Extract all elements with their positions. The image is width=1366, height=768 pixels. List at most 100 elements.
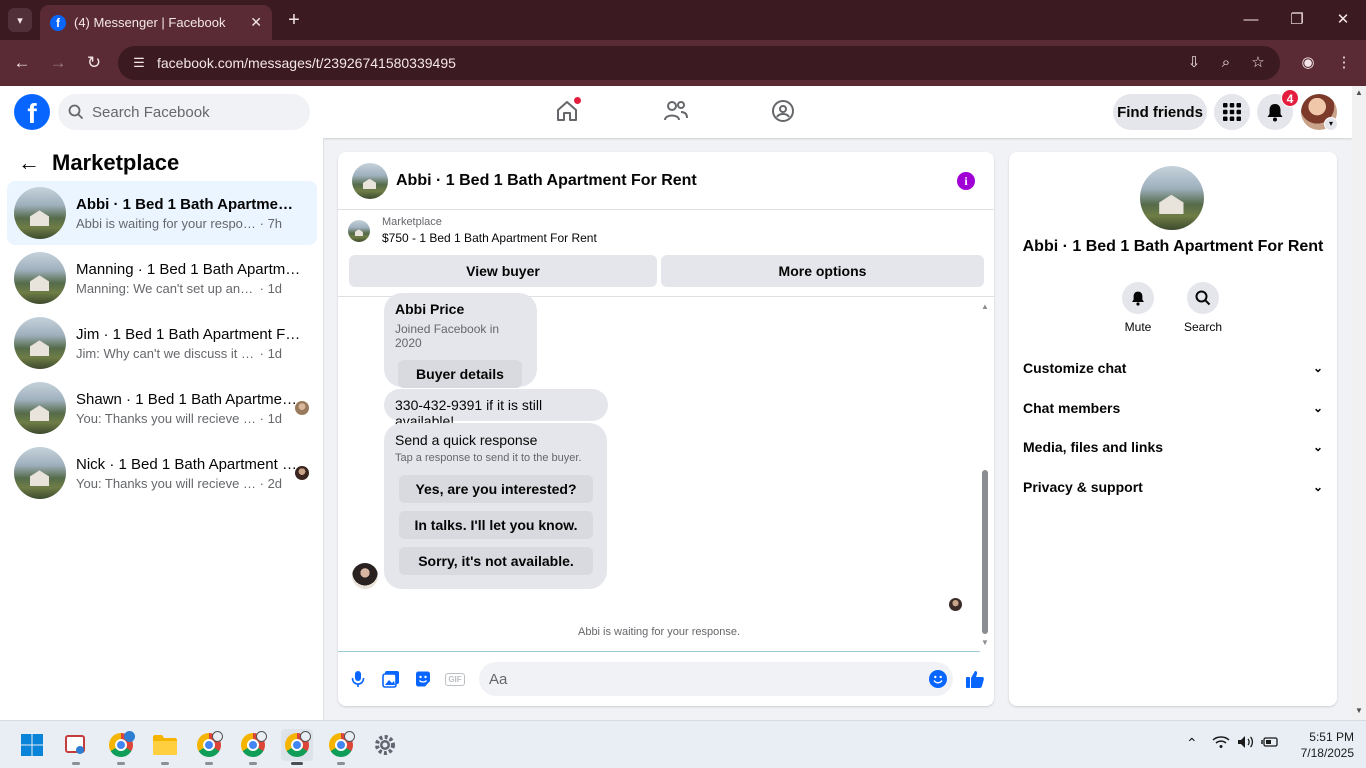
taskbar-chrome-3[interactable] [237, 729, 269, 765]
conversation-item-nick[interactable]: Nick · 1 Bed 1 Bath Apartment For Rent Y… [7, 441, 317, 505]
groups-icon [772, 100, 794, 122]
view-buyer-button[interactable]: View buyer [349, 255, 657, 287]
battery-icon[interactable] [1261, 735, 1279, 752]
search-input[interactable] [92, 103, 292, 121]
chrome-menu-icon[interactable]: ⋮ [1332, 51, 1356, 75]
wifi-icon[interactable] [1212, 735, 1230, 752]
find-friends-button[interactable]: Find friends [1113, 94, 1207, 130]
friends-nav-button[interactable] [661, 96, 691, 126]
taskbar-chrome-1[interactable] [105, 729, 137, 765]
conversation-time: · 2d [259, 475, 283, 491]
taskbar-chrome-2[interactable] [193, 729, 225, 765]
conversation-item-jim[interactable]: Jim · 1 Bed 1 Bath Apartment For Rent Ji… [7, 311, 317, 375]
listing-label: Marketplace [382, 216, 442, 228]
browser-tab-bar: ▾ f (4) Messenger | Facebook ✕ + — ❐ ✕ [0, 0, 1366, 40]
conversation-title: Manning · 1 Bed 1 Bath Apartment For Ren… [76, 260, 302, 278]
profile-icon[interactable]: ◉ [1296, 51, 1320, 75]
facebook-search[interactable] [58, 94, 310, 130]
taskbar-chrome-4[interactable] [281, 729, 313, 765]
sticker-button[interactable] [413, 669, 433, 689]
facebook-logo-icon[interactable]: f [14, 94, 50, 130]
address-bar[interactable]: ☰ facebook.com/messages/t/23926741580339… [118, 46, 1280, 80]
chat-title[interactable]: Abbi · 1 Bed 1 Bath Apartment For Rent [396, 172, 697, 190]
back-arrow-icon[interactable]: ← [18, 150, 40, 176]
emoji-icon[interactable] [929, 670, 947, 688]
bookmark-star-icon[interactable]: ☆ [1246, 51, 1270, 75]
minimize-button[interactable]: — [1236, 8, 1266, 32]
conversation-item-shawn[interactable]: Shawn · 1 Bed 1 Bath Apartment For Rent … [7, 376, 317, 440]
scroll-thumb[interactable] [982, 470, 988, 634]
info-icon[interactable]: i [957, 172, 975, 190]
windows-taskbar: ⌃ 5:51 PM 7/18/2025 [0, 720, 1366, 768]
conversation-item-manning[interactable]: Manning · 1 Bed 1 Bath Apartment For Ren… [7, 246, 317, 310]
taskbar-settings[interactable] [369, 729, 401, 761]
close-window-button[interactable]: ✕ [1328, 8, 1358, 32]
mute-action[interactable]: Mute [1113, 282, 1163, 334]
conversation-title: Nick · 1 Bed 1 Bath Apartment For Rent [76, 455, 302, 473]
taskbar-chrome-5[interactable] [325, 729, 357, 765]
scroll-up-arrow-icon[interactable]: ▲ [1352, 88, 1366, 97]
menu-button[interactable] [1214, 94, 1250, 130]
home-nav-button[interactable] [552, 96, 582, 126]
taskbar-file-explorer[interactable] [149, 729, 181, 765]
volume-icon[interactable] [1237, 735, 1255, 752]
search-icon [68, 104, 84, 120]
chat-listing-avatar[interactable] [352, 162, 388, 199]
conversation-time: · 1d [259, 345, 283, 361]
section-label: Media, files and links [1023, 439, 1164, 455]
notification-count-badge: 4 [1281, 89, 1299, 107]
quick-reply-not-available[interactable]: Sorry, it's not available. [399, 547, 593, 575]
composer-divider [338, 651, 980, 652]
site-settings-icon[interactable]: ☰ [130, 54, 148, 72]
scroll-down-arrow-icon[interactable]: ▼ [980, 638, 990, 647]
url-text: facebook.com/messages/t/2392674158033949… [157, 55, 456, 71]
chevron-up-icon[interactable]: ⌃ [1186, 735, 1198, 752]
message-composer[interactable] [479, 662, 953, 696]
bell-icon [1132, 291, 1144, 306]
search-in-conversation-action[interactable]: Search [1178, 282, 1228, 334]
zoom-icon[interactable]: ⌕ [1214, 51, 1238, 75]
more-options-button[interactable]: More options [661, 255, 984, 287]
page-scrollbar[interactable]: ▲ ▼ [1352, 86, 1366, 720]
install-app-icon[interactable]: ⇩ [1182, 51, 1206, 75]
taskbar-snipping-tool[interactable] [60, 729, 92, 765]
conversation-preview: Abbi is waiting for your response. [76, 215, 256, 231]
quick-reply-interested[interactable]: Yes, are you interested? [399, 475, 593, 503]
tab-close-icon[interactable]: ✕ [250, 14, 262, 31]
conversation-preview: You: Thanks you will recieve a text f... [76, 410, 256, 426]
attach-photo-button[interactable] [381, 669, 401, 689]
details-avatar[interactable] [1140, 166, 1204, 230]
conversation-preview: Jim: Why can't we discuss it here? Is t.… [76, 345, 256, 361]
start-button[interactable] [16, 729, 48, 761]
listing-summary[interactable]: Marketplace $750 - 1 Bed 1 Bath Apartmen… [348, 216, 597, 245]
buyer-details-button[interactable]: Buyer details [398, 360, 522, 388]
buyer-profile-card: Abbi Price Joined Facebook in 2020 Buyer… [384, 293, 537, 388]
tab-search-button[interactable]: ▾ [8, 8, 32, 32]
seen-avatar [295, 401, 309, 415]
listing-thumbnail [348, 219, 370, 242]
conversation-item-abbi[interactable]: Abbi · 1 Bed 1 Bath Apartment For Rent A… [7, 181, 317, 245]
new-tab-button[interactable]: + [282, 8, 306, 32]
media-files-links-section[interactable]: Media, files and links ⌄ [1009, 429, 1337, 465]
customize-chat-section[interactable]: Customize chat ⌄ [1009, 350, 1337, 386]
sender-avatar [352, 563, 378, 589]
gif-button[interactable]: GIF [445, 669, 465, 689]
details-title: Abbi · 1 Bed 1 Bath Apartment For Rent [1022, 238, 1324, 255]
forward-button[interactable]: → [46, 51, 70, 75]
like-button[interactable] [964, 669, 986, 689]
browser-tab-messenger[interactable]: f (4) Messenger | Facebook ✕ [40, 5, 272, 40]
voice-clip-button[interactable] [348, 669, 368, 689]
system-clock[interactable]: 5:51 PM 7/18/2025 [1284, 729, 1354, 761]
quick-reply-in-talks[interactable]: In talks. I'll let you know. [399, 511, 593, 539]
scroll-up-arrow-icon[interactable]: ▲ [980, 302, 990, 311]
message-scrollbar[interactable]: ▲ ▼ [980, 302, 990, 650]
back-button[interactable]: ← [10, 51, 34, 75]
privacy-support-section[interactable]: Privacy & support ⌄ [1009, 469, 1337, 505]
reload-button[interactable]: ↻ [82, 51, 106, 75]
scroll-down-arrow-icon[interactable]: ▼ [1352, 706, 1366, 715]
maximize-button[interactable]: ❐ [1282, 8, 1312, 32]
message-input[interactable] [489, 670, 909, 688]
chat-members-section[interactable]: Chat members ⌄ [1009, 390, 1337, 426]
groups-nav-button[interactable] [768, 96, 798, 126]
chevron-down-icon[interactable]: ▾ [1324, 117, 1338, 131]
